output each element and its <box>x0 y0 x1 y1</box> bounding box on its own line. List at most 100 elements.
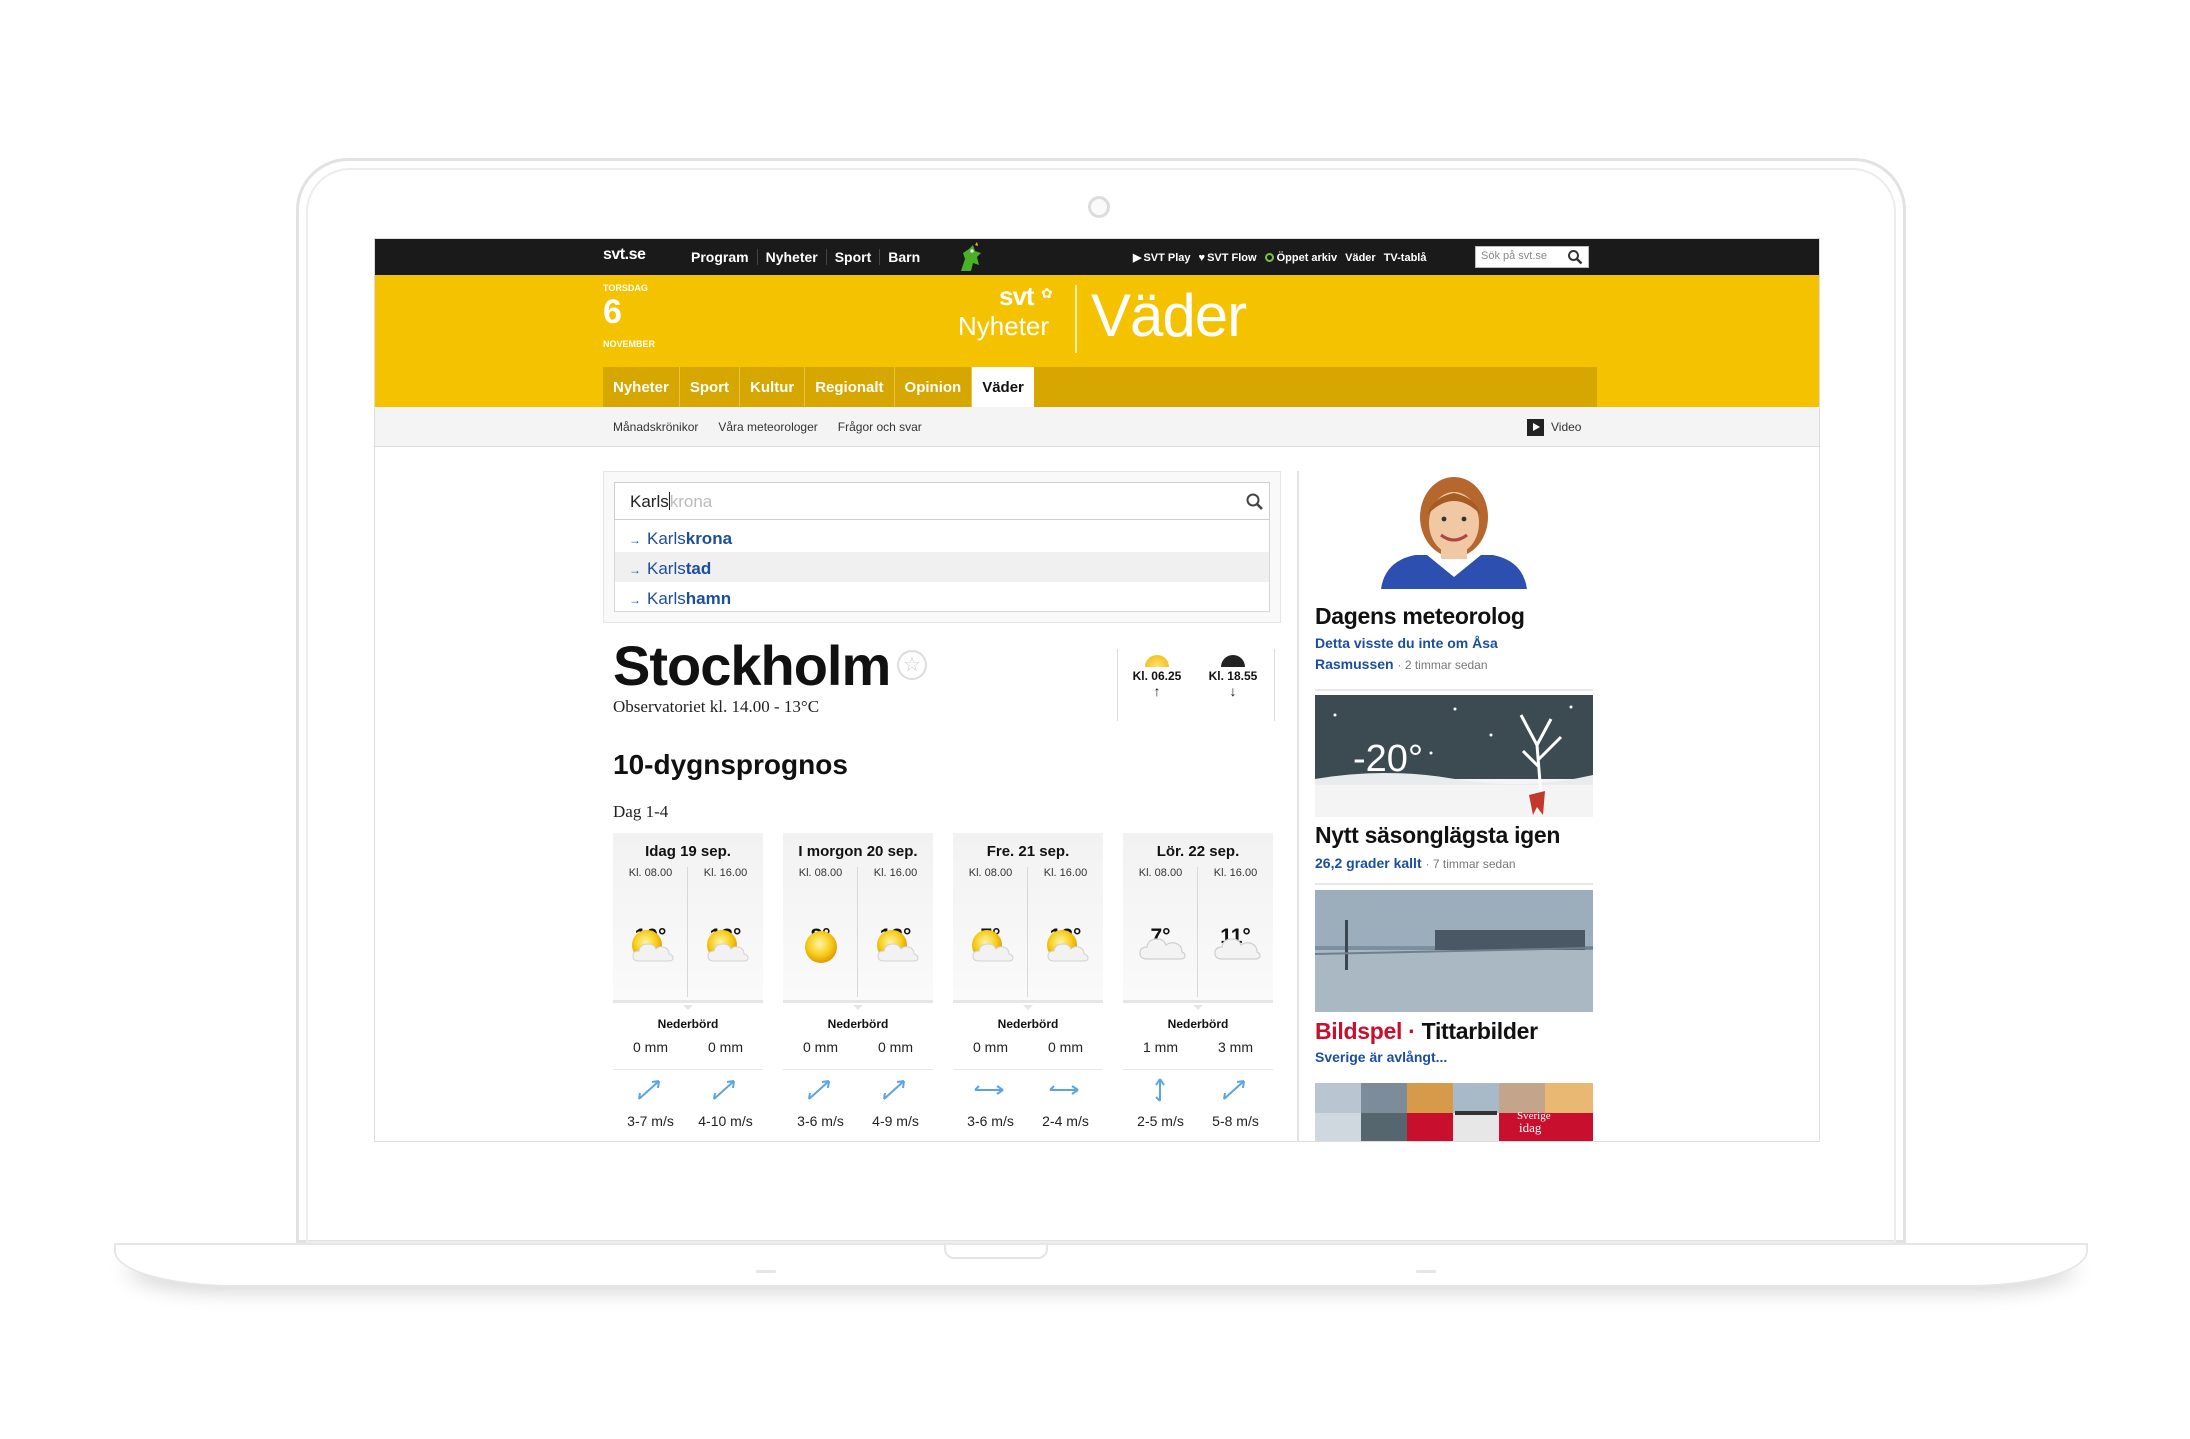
nav-sport[interactable]: Sport <box>680 367 741 407</box>
card-pointer <box>1193 1005 1203 1010</box>
subnav-manadskronikor[interactable]: Månadskrönikor <box>613 420 698 434</box>
cold-link-text: 26,2 grader kallt <box>1315 855 1422 871</box>
meteorolog-time: · 2 timmar sedan <box>1397 658 1488 672</box>
laptop-base <box>114 1243 2088 1287</box>
suggestion-karlskrona[interactable]: → Karlskrona <box>615 522 1269 552</box>
arkiv-circle-icon <box>1264 252 1274 262</box>
brand-nyheter[interactable]: Nyheter <box>958 311 1049 342</box>
search-text: Karlskrona <box>630 492 712 512</box>
tv-tabla-link[interactable]: TV-tablå <box>1384 252 1427 264</box>
sub-nav-items: Månadskrönikor Våra meteorologer Frågor … <box>613 420 922 434</box>
dragon-mascot-icon[interactable] <box>953 241 987 275</box>
wind-arrow-icon <box>613 1077 688 1103</box>
cold-weather-image[interactable]: -20° <box>1315 695 1593 817</box>
precip-label: Nederbörd <box>827 1017 889 1031</box>
precip-label: Nederbörd <box>657 1017 719 1031</box>
bildspel-link[interactable]: Sverige är avlångt... <box>1315 1047 1447 1068</box>
search-icon[interactable] <box>1245 492 1265 512</box>
laptop-notch <box>944 1245 1048 1259</box>
forecast-slot: Kl. 08.0010° <box>613 867 688 997</box>
slot-time: Kl. 08.00 <box>798 867 843 879</box>
svt-flow-link[interactable]: ♥ SVT Flow <box>1199 252 1257 264</box>
video-link[interactable]: Video <box>1551 420 1581 434</box>
bildspel-heading: Tittarbilder <box>1421 1018 1538 1044</box>
slot-wind: 3-7 m/s <box>627 1113 674 1129</box>
sverige-idag-collage[interactable]: Sverige idag <box>1315 1083 1593 1142</box>
top-nav-nyheter[interactable]: Nyheter <box>758 249 827 265</box>
suggestion-karlshamn[interactable]: → Karlshamn <box>615 582 1269 612</box>
nav-opinion[interactable]: Opinion <box>895 367 973 407</box>
forecast-day-card[interactable]: I morgon 20 sep. Kl. 08.008°Kl. 16.0013° N… <box>783 833 933 1141</box>
favorite-star-icon[interactable]: ☆ <box>897 650 927 680</box>
top-bar: svt.se Program Nyheter Sport Barn ▶ SVT P… <box>375 239 1819 275</box>
slot-wind: 4-10 m/s <box>698 1113 753 1129</box>
nav-vader[interactable]: Väder <box>972 367 1034 407</box>
cold-title[interactable]: Nytt säsonglägsta igen <box>1315 822 1560 849</box>
suggestion-prefix: Karls <box>647 589 686 608</box>
suggestion-karlstad[interactable]: → Karlstad <box>615 552 1269 582</box>
sunset: Kl. 18.55 ↓ <box>1198 655 1268 699</box>
forecast-day-title: Lör. 22 sep. <box>1156 843 1240 860</box>
card-pointer <box>853 1005 863 1010</box>
forecast-day-card[interactable]: Idag 19 sep. Kl. 08.0010°Kl. 16.0013° Nede… <box>613 833 763 1141</box>
laptop-foot <box>756 1270 776 1273</box>
brand-svt[interactable]: svt <box>999 281 1035 312</box>
svt-play-link[interactable]: ▶ SVT Play <box>1133 251 1191 264</box>
cold-link[interactable]: 26,2 grader kallt · 7 timmar sedan <box>1315 853 1516 875</box>
nav-nyheter[interactable]: Nyheter <box>603 367 680 407</box>
sunrise-icon <box>1145 655 1169 667</box>
forecast-card-top: Idag 19 sep. Kl. 08.0010°Kl. 16.0013° <box>613 833 763 1003</box>
wind-arrow-icon <box>688 1077 763 1103</box>
meteorologist-photo[interactable] <box>1315 471 1593 589</box>
meteorolog-link[interactable]: Detta visste du inte om Åsa Rasmussen · … <box>1315 633 1535 676</box>
play-arrow-icon: ▶ <box>1133 252 1142 264</box>
wind-divider <box>953 1069 1103 1070</box>
nav-kultur[interactable]: Kultur <box>740 367 806 407</box>
forecast-day-card[interactable]: Fre. 21 sep. Kl. 08.007°Kl. 16.0012° Neder… <box>953 833 1103 1141</box>
meteorolog-title[interactable]: Dagens meteorolog <box>1315 603 1525 630</box>
section-title: Väder <box>1091 282 1247 349</box>
tittarbild-image[interactable] <box>1315 890 1593 1012</box>
subnav-fragor[interactable]: Frågor och svar <box>838 420 922 434</box>
top-nav-program[interactable]: Program <box>683 249 758 265</box>
site-header: TORSDAG 6 NOVEMBER svt ✿ Nyheter Väder N… <box>375 275 1819 407</box>
slot-divider <box>1027 867 1028 997</box>
slot-time: Kl. 16.00 <box>1213 867 1258 879</box>
wind-arrow-icon <box>1198 1077 1273 1103</box>
nav-regionalt[interactable]: Regionalt <box>805 367 895 407</box>
wind-arrow-icon <box>1123 1077 1198 1103</box>
card-pointer <box>683 1005 693 1010</box>
main-nav: Nyheter Sport Kultur Regionalt Opinion V… <box>603 367 1597 407</box>
slot-time: Kl. 16.00 <box>1043 867 1088 879</box>
arrow-right-icon: → <box>629 563 641 577</box>
date-weekday: TORSDAG <box>603 283 648 293</box>
slot-precip: 0 mm <box>1048 1039 1083 1055</box>
top-nav-barn[interactable]: Barn <box>880 249 928 265</box>
oppet-arkiv-label: Öppet arkiv <box>1276 251 1338 264</box>
forecast-card-top: I morgon 20 sep. Kl. 08.008°Kl. 16.0013° <box>783 833 933 1003</box>
video-play-icon[interactable] <box>1527 419 1544 436</box>
subnav-meteorologer[interactable]: Våra meteorologer <box>718 420 817 434</box>
wind-arrow-icon <box>783 1077 858 1103</box>
forecast-slot: Kl. 08.008° <box>783 867 858 997</box>
oppet-arkiv-link[interactable]: Öppet arkiv <box>1264 251 1338 264</box>
search-completion-hint: krona <box>669 492 713 511</box>
forecast-day-card[interactable]: Lör. 22 sep. Kl. 08.00 7° Kl. 16.00 11° Neder… <box>1123 833 1273 1141</box>
wind-arrow-icon <box>953 1077 1028 1103</box>
search-icon[interactable] <box>1567 249 1583 265</box>
forecast-slot: Kl. 16.0012° <box>1028 867 1103 997</box>
forecast-card-top: Fre. 21 sep. Kl. 08.007°Kl. 16.0012° <box>953 833 1103 1003</box>
slot-wind: 3-6 m/s <box>967 1113 1014 1129</box>
slot-wind: 4-9 m/s <box>872 1113 919 1129</box>
top-nav-sport[interactable]: Sport <box>827 249 881 265</box>
bildspel-title[interactable]: Bildspel · Tittarbilder <box>1315 1018 1538 1045</box>
slot-precip: 0 mm <box>803 1039 838 1055</box>
city-name: Stockholm <box>613 634 891 697</box>
slot-precip: 0 mm <box>878 1039 913 1055</box>
svt-logo[interactable]: svt.se <box>603 246 646 264</box>
vader-link[interactable]: Väder <box>1345 252 1376 264</box>
slot-precip: 0 mm <box>708 1039 743 1055</box>
location-search-input[interactable]: Karlskrona <box>614 482 1270 520</box>
forecast-slot: Kl. 16.0013° <box>858 867 933 997</box>
sunrise-time: Kl. 06.25 <box>1132 669 1182 683</box>
